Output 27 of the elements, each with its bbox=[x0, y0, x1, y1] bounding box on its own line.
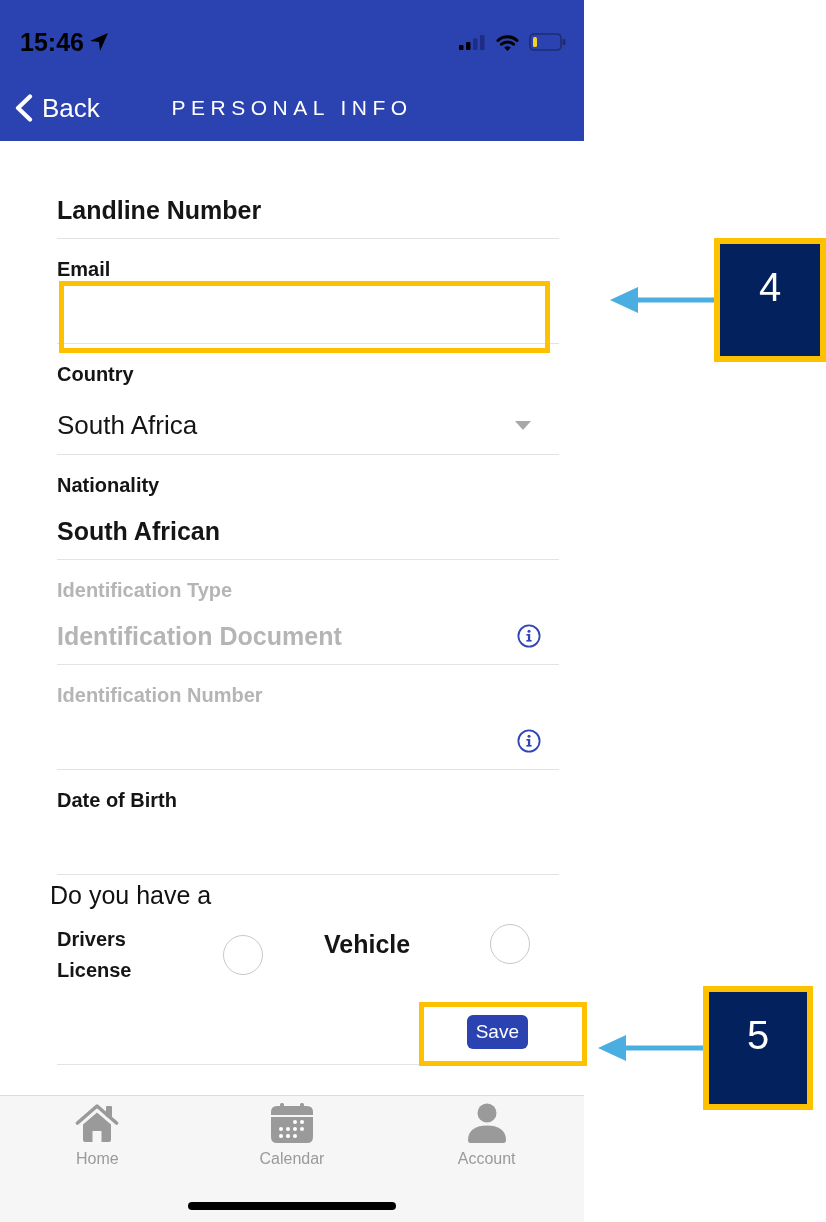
dropdown-field[interactable]: South Africa bbox=[57, 410, 559, 440]
question-text: Do you have a bbox=[50, 880, 213, 910]
back-button[interactable]: Back bbox=[0, 92, 100, 124]
home-icon bbox=[75, 1103, 120, 1143]
field-label: Country bbox=[57, 362, 135, 386]
option-label: Drivers License bbox=[57, 927, 133, 983]
field-label: Identification Number bbox=[57, 683, 264, 707]
screen-title: PERSONAL INFO bbox=[171, 95, 413, 121]
field-label: Identification Type bbox=[57, 578, 234, 602]
field-label: Email bbox=[57, 257, 112, 281]
battery-icon bbox=[529, 33, 566, 51]
field-label: Nationality bbox=[57, 473, 161, 497]
person-icon bbox=[466, 1103, 507, 1143]
field-label: Date of Birth bbox=[57, 788, 178, 812]
callout-number: 4 bbox=[714, 238, 826, 362]
location-arrow-icon bbox=[88, 32, 109, 52]
save-button[interactable]: Save bbox=[466, 1015, 528, 1049]
caret-down-icon bbox=[515, 420, 531, 430]
input-field[interactable]: Landline Number bbox=[57, 196, 559, 224]
option-label: Vehicle bbox=[324, 929, 412, 959]
input-field[interactable]: South African bbox=[57, 517, 559, 545]
calendar-icon bbox=[271, 1103, 313, 1143]
callout-number: 5 bbox=[703, 986, 813, 1110]
signal-icon bbox=[459, 34, 486, 50]
status-time: 15:46 bbox=[20, 27, 84, 57]
wifi-icon bbox=[496, 33, 519, 51]
chevron-left-icon bbox=[14, 94, 34, 122]
